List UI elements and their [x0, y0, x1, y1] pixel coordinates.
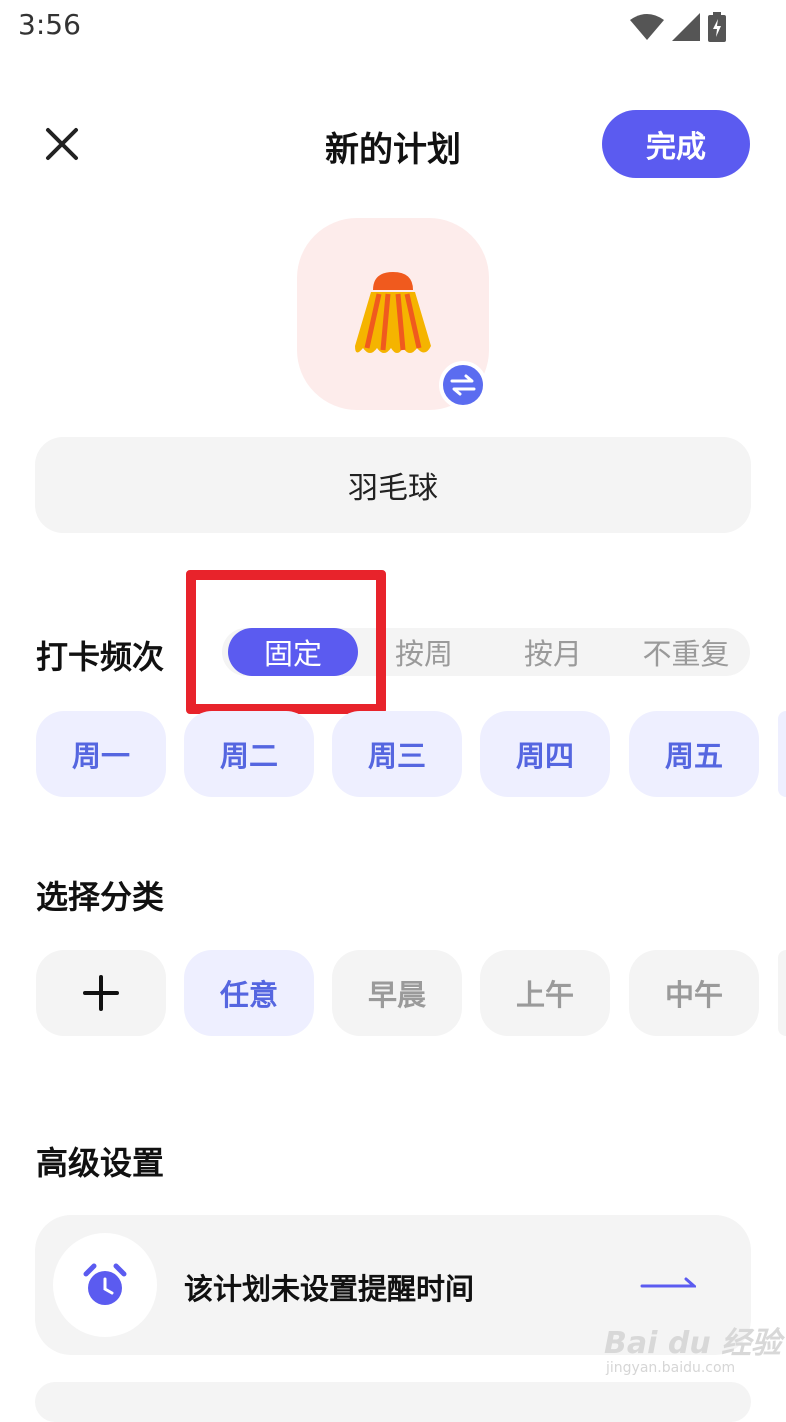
arrow-right-icon	[640, 1277, 696, 1288]
battery-charging-icon	[708, 12, 726, 42]
highlight-box	[186, 570, 386, 714]
alarm-clock-icon	[83, 1263, 127, 1305]
plus-icon	[83, 975, 119, 1011]
plan-name-field[interactable]: 羽毛球	[35, 437, 751, 533]
alarm-icon-circle	[53, 1233, 157, 1337]
frequency-option-no-repeat[interactable]: 不重复	[626, 628, 746, 676]
category-label: 选择分类	[36, 878, 165, 916]
category-chip-overflow[interactable]	[778, 950, 786, 1036]
day-chip-friday[interactable]: 周五	[629, 711, 759, 797]
day-chip-tuesday[interactable]: 周二	[184, 711, 314, 797]
watermark-url: jingyan.baidu.com	[606, 1360, 736, 1376]
frequency-label: 打卡频次	[36, 638, 165, 676]
close-icon	[46, 128, 78, 160]
category-chip-morning[interactable]: 上午	[480, 950, 610, 1036]
watermark-logo: Bai du 经验	[604, 1326, 782, 1361]
frequency-option-monthly[interactable]: 按月	[500, 628, 606, 676]
swap-icon	[450, 374, 476, 396]
reminder-text: 该计划未设置提醒时间	[184, 1272, 475, 1306]
day-chip-overflow[interactable]	[778, 711, 786, 797]
close-button[interactable]	[40, 122, 84, 166]
advanced-settings-label: 高级设置	[36, 1144, 165, 1182]
next-settings-card[interactable]	[35, 1382, 751, 1422]
day-chip-wednesday[interactable]: 周三	[332, 711, 462, 797]
category-chip-any[interactable]: 任意	[184, 950, 314, 1036]
status-time: 3:56	[18, 8, 81, 41]
done-button[interactable]: 完成	[602, 110, 750, 178]
swap-icon-button[interactable]	[439, 361, 487, 409]
day-chip-monday[interactable]: 周一	[36, 711, 166, 797]
frequency-option-weekly[interactable]: 按周	[372, 628, 476, 676]
day-chip-thursday[interactable]: 周四	[480, 711, 610, 797]
status-icons	[630, 12, 726, 42]
signal-icon	[672, 13, 700, 41]
category-chip-noon[interactable]: 中午	[629, 950, 759, 1036]
add-category-button[interactable]	[36, 950, 166, 1036]
category-chip-early-morning[interactable]: 早晨	[332, 950, 462, 1036]
wifi-icon	[630, 14, 664, 40]
